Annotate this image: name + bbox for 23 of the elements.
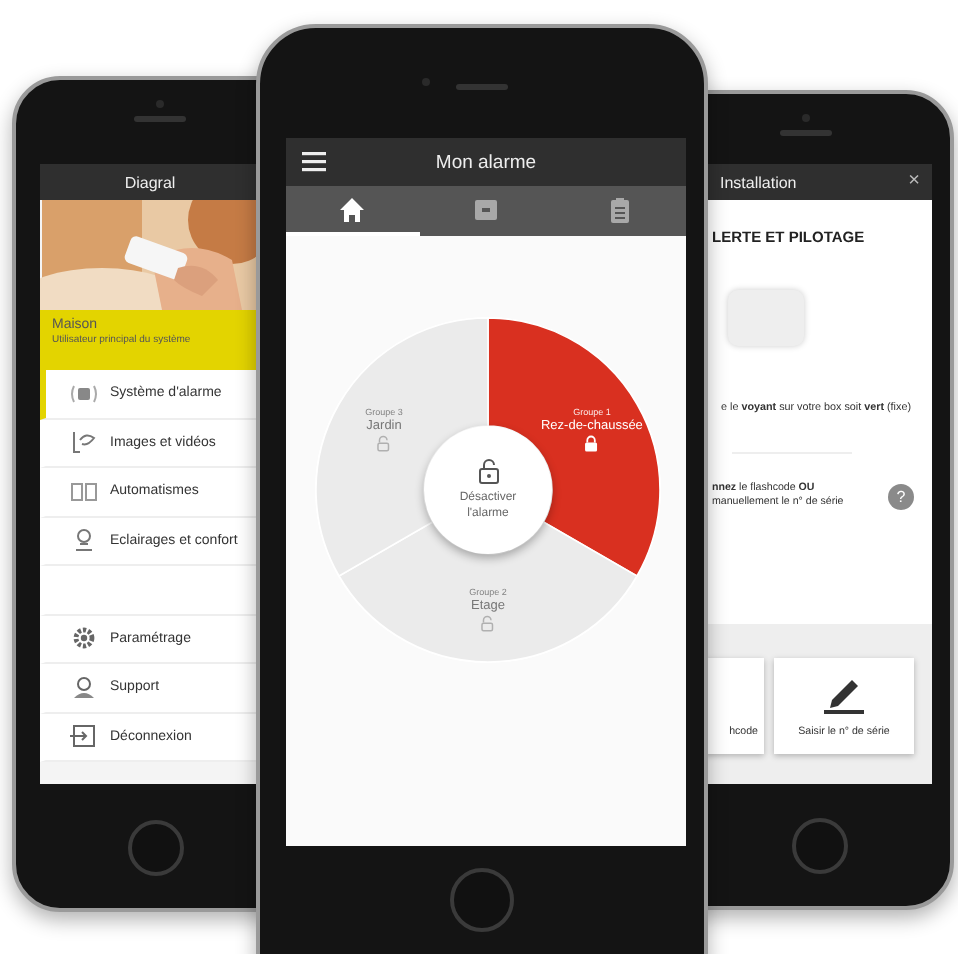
unlock-icon	[480, 615, 496, 633]
lamp-icon	[70, 526, 98, 555]
home-button[interactable]	[450, 868, 514, 932]
image-icon	[70, 428, 98, 457]
menu-icon	[302, 152, 326, 172]
group-segment[interactable]	[338, 521, 638, 663]
screen-title: Installation	[720, 173, 797, 191]
lock-icon	[583, 435, 600, 453]
screen-title: Mon alarme	[435, 151, 537, 173]
logout-icon	[70, 722, 98, 751]
close-button[interactable]: ×	[908, 170, 920, 192]
pencil-icon	[822, 674, 866, 714]
clipboard-icon	[605, 195, 634, 223]
screen-title: Diagral	[124, 173, 176, 191]
home-button[interactable]	[128, 820, 184, 876]
unlock-icon	[376, 435, 393, 453]
shutter-icon	[70, 477, 98, 506]
home-icon	[338, 195, 367, 223]
settings-icon	[70, 624, 98, 653]
support-agent-icon	[70, 673, 98, 702]
box-icon	[472, 195, 500, 223]
home-button[interactable]	[792, 818, 848, 874]
unlock-icon	[477, 457, 499, 484]
